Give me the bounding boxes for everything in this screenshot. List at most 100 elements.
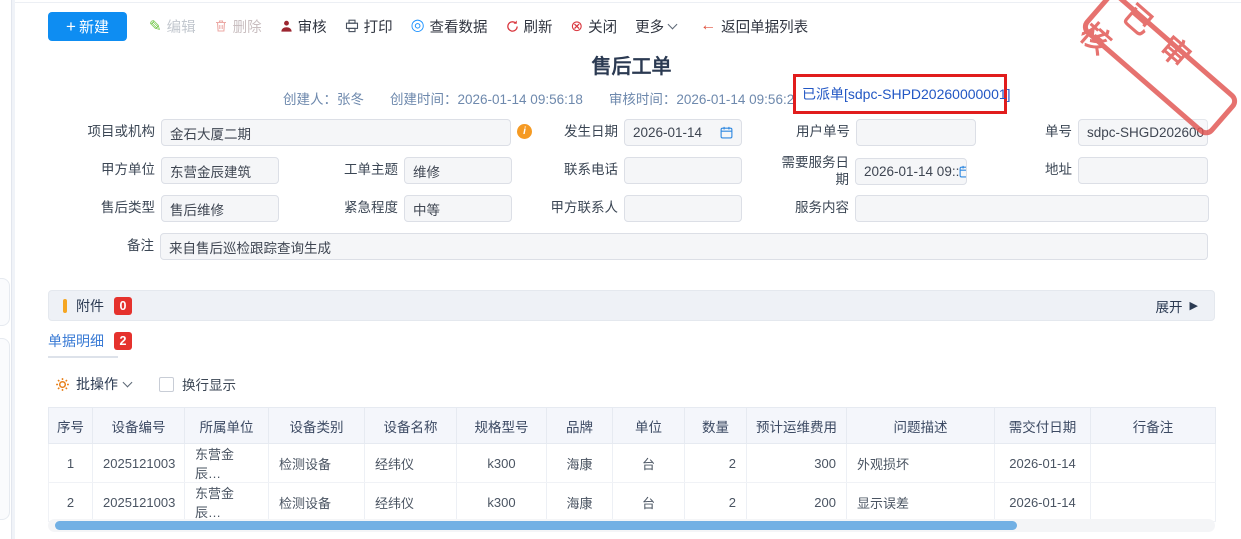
creator-text: 创建人：张冬: [283, 88, 364, 108]
party-a-contact-input[interactable]: [624, 195, 742, 222]
back-to-list-button[interactable]: ←返回单据列表: [700, 16, 808, 37]
cell-delivery-date: 2026-01-14: [995, 444, 1091, 483]
section-marker-icon: [63, 299, 67, 313]
project-field: 项目或机构 金石大厦二期: [60, 119, 511, 146]
refresh-icon: [506, 20, 519, 33]
dispatch-status-link[interactable]: 已派单[sdpc-SHPD20260000001]: [802, 84, 1011, 104]
table-header-row: 序号 设备编号 所属单位 设备类别 设备名称 规格型号 品牌 单位 数量 预计运…: [49, 408, 1216, 444]
background-card-edge: [0, 278, 10, 326]
address-input[interactable]: [1078, 157, 1208, 184]
new-button[interactable]: +新建: [48, 12, 127, 41]
chevron-down-icon: [668, 20, 678, 30]
attachments-section-bar[interactable]: 附件 0 展开 ▶: [48, 290, 1215, 321]
view-data-button[interactable]: ◎查看数据: [411, 16, 488, 37]
cell-delivery-date: 2026-01-14: [995, 483, 1091, 522]
project-label: 项目或机构: [60, 124, 155, 141]
refresh-button[interactable]: 刷新: [506, 16, 553, 37]
user-order-no-input[interactable]: [856, 119, 976, 146]
party-a-unit-field: 甲方单位 东营金辰建筑: [91, 157, 279, 184]
after-sale-type-input[interactable]: 售后维修: [161, 195, 279, 222]
phone-input[interactable]: [624, 157, 742, 184]
horizontal-scrollbar-thumb[interactable]: [55, 521, 1017, 530]
col-delivery-date: 需交付日期: [995, 408, 1091, 444]
cell-owner-unit: 东营金辰…: [185, 483, 269, 522]
user-order-no-label: 用户单号: [786, 124, 850, 141]
cell-brand: 海康: [547, 483, 613, 522]
document-meta: 创建人：张冬 创建时间：2026-01-14 09:56:18 审核时间：202…: [283, 88, 802, 108]
dispatch-status-highlight-box: 已派单[sdpc-SHPD20260000001]: [793, 74, 1007, 114]
cell-owner-unit: 东营金辰…: [185, 444, 269, 483]
party-a-unit-input[interactable]: 东营金辰建筑: [161, 157, 279, 184]
chevron-down-icon: [123, 378, 133, 388]
gear-icon: [55, 377, 70, 392]
user-order-no-field: 用户单号: [786, 119, 976, 146]
cell-unit: 台: [613, 483, 685, 522]
tab-detail-lines[interactable]: 单据明细 2: [48, 331, 132, 351]
after-sale-type-field: 售后类型 售后维修: [91, 195, 279, 222]
cell-est-cost: 300: [747, 444, 847, 483]
col-device-name: 设备名称: [365, 408, 457, 444]
service-content-label: 服务内容: [779, 200, 849, 217]
close-button[interactable]: ⊗关闭: [571, 16, 618, 37]
cell-problem-desc: 外观损坏: [847, 444, 995, 483]
address-field: 地址: [1032, 157, 1208, 184]
expand-button[interactable]: 展开 ▶: [1156, 296, 1198, 316]
cell-line-remark: [1091, 483, 1216, 522]
new-button-label: 新建: [79, 16, 109, 37]
subject-input[interactable]: 维修: [404, 157, 512, 184]
table-row[interactable]: 2 2025121003 东营金辰… 检测设备 经纬仪 k300 海康 台 2 …: [49, 483, 1216, 522]
audit-button[interactable]: 审核: [280, 16, 327, 37]
calendar-icon[interactable]: [720, 126, 733, 139]
service-content-input[interactable]: [855, 195, 1209, 222]
trash-icon: [214, 19, 228, 33]
plus-icon: +: [66, 18, 76, 35]
occur-date-field: 发生日期 2026-01-14: [552, 119, 742, 146]
col-owner-unit: 所属单位: [185, 408, 269, 444]
background-card-edge: [0, 338, 10, 520]
service-date-label: 需要服务日期: [779, 155, 849, 189]
cell-spec-model: k300: [457, 483, 547, 522]
close-circle-icon: ⊗: [571, 19, 584, 34]
info-icon[interactable]: i: [517, 124, 532, 139]
service-date-input[interactable]: 2026-01-14 09::: [855, 158, 967, 185]
occur-date-input[interactable]: 2026-01-14: [624, 119, 742, 146]
remark-input[interactable]: 来自售后巡检跟踪查询生成: [160, 233, 1208, 260]
horizontal-scrollbar-track[interactable]: [48, 519, 1215, 532]
detail-tab-label: 单据明细: [48, 331, 104, 351]
cell-device-no: 2025121003: [93, 444, 185, 483]
urgency-input[interactable]: 中等: [404, 195, 512, 222]
wrap-display-checkbox[interactable]: [159, 377, 174, 392]
service-content-field: 服务内容: [779, 195, 1209, 222]
calendar-icon[interactable]: [959, 165, 967, 178]
print-button[interactable]: 打印: [345, 16, 393, 37]
batch-operations-button[interactable]: 批操作: [55, 374, 131, 394]
col-est-cost: 预计运维费用: [747, 408, 847, 444]
remark-field: 备注 来自售后巡检跟踪查询生成: [118, 233, 1208, 260]
delete-button[interactable]: 删除: [214, 16, 262, 37]
service-date-field: 需要服务日期 2026-01-14 09::: [779, 155, 967, 189]
cell-line-remark: [1091, 444, 1216, 483]
col-problem-desc: 问题描述: [847, 408, 995, 444]
urgency-label: 紧急程度: [334, 200, 398, 217]
cell-device-no: 2025121003: [93, 483, 185, 522]
wrap-display-label: 换行显示: [182, 374, 236, 394]
col-line-remark: 行备注: [1091, 408, 1216, 444]
party-a-contact-label: 甲方联系人: [545, 200, 618, 217]
after-sale-type-label: 售后类型: [91, 200, 155, 217]
more-button[interactable]: 更多: [635, 16, 676, 37]
edit-button[interactable]: ✎编辑: [149, 16, 196, 37]
cell-quantity: 2: [685, 444, 747, 483]
attachments-label: 附件: [76, 296, 104, 316]
col-spec-model: 规格型号: [457, 408, 547, 444]
left-edge-divider: [11, 0, 15, 539]
page-title: 售后工单: [48, 50, 1215, 79]
project-input[interactable]: 金石大厦二期: [161, 119, 511, 146]
cell-problem-desc: 显示误差: [847, 483, 995, 522]
cell-device-name: 经纬仪: [365, 483, 457, 522]
order-no-label: 单号: [1032, 124, 1072, 141]
table-controls: 批操作 换行显示: [55, 374, 236, 394]
attachments-count-badge: 0: [114, 297, 132, 315]
table-row[interactable]: 1 2025121003 东营金辰… 检测设备 经纬仪 k300 海康 台 2 …: [49, 444, 1216, 483]
col-unit: 单位: [613, 408, 685, 444]
printer-icon: [345, 19, 359, 33]
